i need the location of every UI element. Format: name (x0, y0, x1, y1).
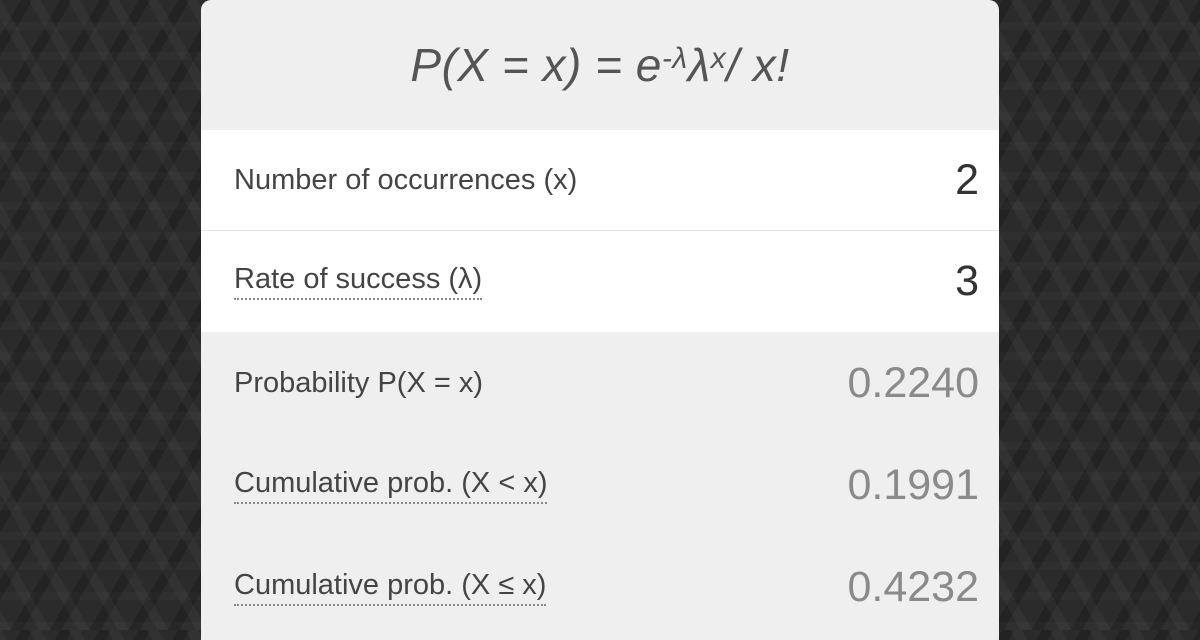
rate-row: Rate of success (λ) 3 (201, 231, 999, 332)
formula-rhs: / x! (726, 39, 790, 91)
probability-label: Probability P(X = x) (234, 366, 484, 399)
probability-value: 0.2240 (847, 358, 979, 407)
occurrences-label: Number of occurrences (x) (234, 163, 578, 196)
cumulative-less-equal-value: 0.4232 (847, 562, 979, 611)
poisson-calculator-card: P(X = x) = e -λ λ x / x! Number of occurren… (201, 0, 999, 640)
input-section: Number of occurrences (x) 2 Rate of succ… (201, 130, 999, 332)
cumulative-less-equal-row: Cumulative prob. (X ≤ x) 0.4232 (201, 536, 999, 638)
formula-lambda: λ (687, 39, 711, 91)
results-section: Probability P(X = x) 0.2240 Cumulative p… (201, 332, 999, 638)
cumulative-less-equal-label[interactable]: Cumulative prob. (X ≤ x) (234, 569, 547, 606)
rate-label[interactable]: Rate of success (λ) (234, 263, 483, 300)
occurrences-input[interactable]: 2 (899, 156, 979, 205)
poisson-formula: P(X = x) = e -λ λ x / x! (410, 39, 790, 91)
cumulative-less-row: Cumulative prob. (X < x) 0.1991 (201, 434, 999, 536)
rate-input[interactable]: 3 (899, 257, 979, 306)
cumulative-less-value: 0.1991 (847, 460, 979, 509)
occurrences-row: Number of occurrences (x) 2 (201, 130, 999, 231)
probability-row: Probability P(X = x) 0.2240 (201, 332, 999, 434)
cumulative-less-label[interactable]: Cumulative prob. (X < x) (234, 467, 548, 504)
formula-lhs: P(X = x) = e (410, 39, 662, 91)
